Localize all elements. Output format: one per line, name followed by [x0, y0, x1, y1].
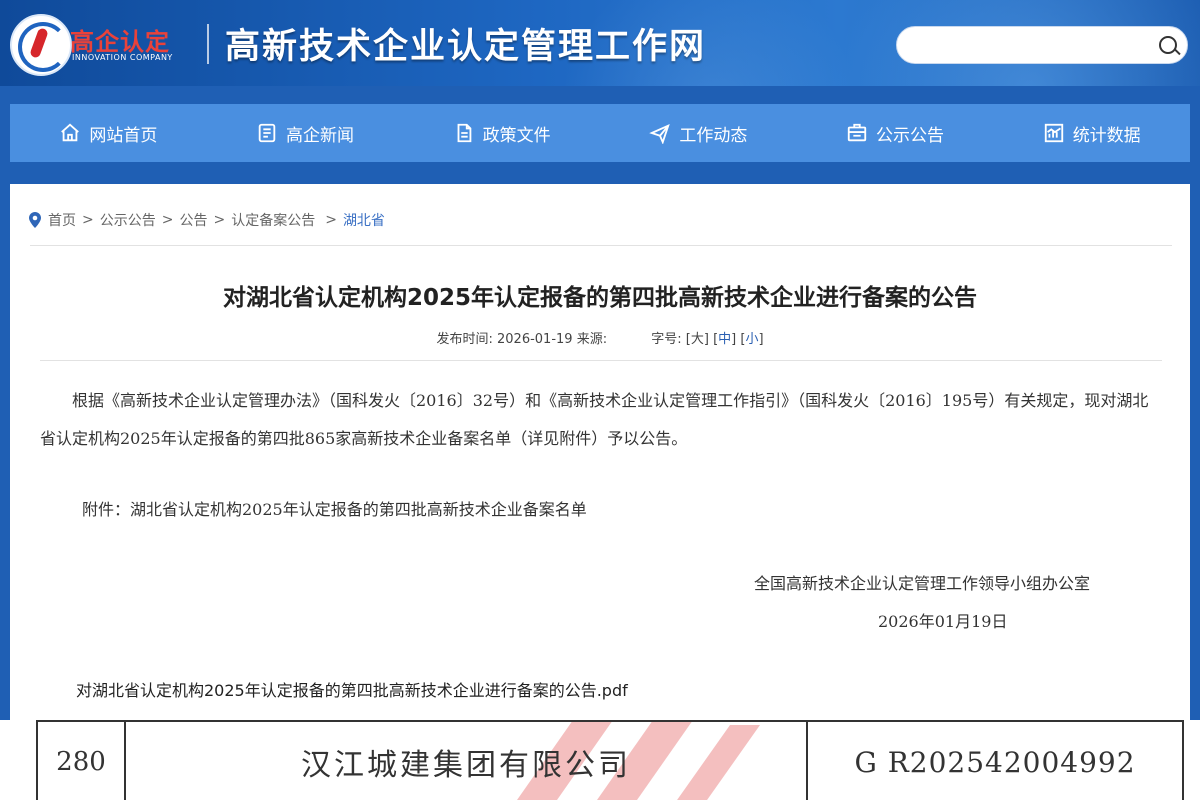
paper-plane-icon	[649, 123, 671, 144]
filing-table: 280 汉江城建集团有限公司 G R202542004992	[36, 720, 1184, 800]
breadcrumb-separator: >	[325, 212, 337, 228]
breadcrumb-separator: >	[213, 212, 226, 228]
nav-label: 高企新闻	[286, 125, 354, 146]
publish-label: 发布时间:	[436, 332, 493, 347]
breadcrumb-home[interactable]: 首页	[48, 210, 76, 230]
search-icon[interactable]	[1159, 36, 1177, 54]
logo-icon[interactable]	[10, 14, 72, 76]
article-panel: 首页 > 公示公告 > 公告 > 认定备案公告 > 湖北省 对湖北省认定机构20…	[10, 184, 1190, 720]
chart-icon	[1044, 123, 1063, 143]
font-size-small[interactable]: 小	[745, 332, 758, 347]
home-icon	[61, 123, 80, 142]
pdf-preview[interactable]: 280 汉江城建集团有限公司 G R202542004992	[0, 720, 1200, 800]
document-icon	[457, 123, 472, 143]
nav-label: 政策文件	[482, 125, 551, 146]
logo-subtext: INNOVATION COMPANY	[72, 53, 173, 62]
article-meta: 发布时间: 2026-01-19 来源: 字号: [大] [中] [小]	[10, 328, 1190, 347]
breadcrumb-notices[interactable]: 公示公告	[100, 210, 156, 230]
signature-date: 2026年01月19日	[878, 612, 1008, 631]
site-title: 高新技术企业认定管理工作网	[225, 27, 707, 67]
table-row: 280 汉江城建集团有限公司 G R202542004992	[36, 720, 1184, 800]
nav-item-stats[interactable]: 统计数据	[993, 104, 1190, 162]
divider	[30, 245, 1172, 246]
nav-label: 网站首页	[89, 125, 158, 146]
notice-icon	[847, 123, 867, 142]
main-nav: 网站首页 高企新闻 政策文件 工作动态 公示公告 统计数据	[10, 104, 1190, 162]
certificate-code: G R202542004992	[806, 720, 1184, 800]
font-size-large[interactable]: 大	[691, 332, 704, 347]
signature-org: 全国高新技术企业认定管理工作领导小组办公室	[754, 574, 1091, 593]
source-label: 来源:	[576, 332, 608, 347]
breadcrumb-announcement[interactable]: 公告	[179, 210, 207, 230]
pdf-attachment-link[interactable]: 对湖北省认定机构2025年认定报备的第四批高新技术企业进行备案的公告.pdf	[76, 677, 628, 701]
breadcrumb-filing[interactable]: 认定备案公告	[231, 210, 315, 230]
article-paragraph: 根据《高新技术企业认定管理办法》（国科发火〔2016〕32号）和《高新技术企业认…	[40, 391, 1149, 448]
search-input[interactable]	[911, 33, 1155, 59]
company-name: 汉江城建集团有限公司	[124, 720, 808, 800]
nav-label: 工作动态	[679, 125, 748, 146]
nav-label: 公示公告	[876, 125, 945, 146]
breadcrumb-separator: >	[82, 212, 94, 228]
news-icon	[258, 123, 276, 143]
nav-item-home[interactable]: 网站首页	[10, 104, 207, 162]
divider	[40, 360, 1162, 361]
nav-item-notice[interactable]: 公示公告	[797, 104, 994, 162]
logo-text: 高企认定	[70, 28, 170, 56]
nav-item-news[interactable]: 高企新闻	[207, 104, 404, 162]
nav-label: 统计数据	[1072, 125, 1141, 146]
font-size-control: 字号: [大] [中] [小]	[651, 332, 764, 347]
article-body: 根据《高新技术企业认定管理办法》（国科发火〔2016〕32号）和《高新技术企业认…	[40, 382, 1160, 458]
breadcrumb-separator: >	[161, 212, 174, 228]
logo-divider	[207, 24, 209, 64]
attachment-note: 附件：湖北省认定机构2025年认定报备的第四批高新技术企业备案名单	[82, 500, 587, 519]
location-pin-icon	[29, 212, 41, 228]
breadcrumb: 首页 > 公示公告 > 公告 > 认定备案公告 > 湖北省	[28, 210, 385, 230]
site-header: 高企认定 INNOVATION COMPANY 高新技术企业认定管理工作网	[0, 0, 1200, 86]
font-size-label: 字号:	[651, 332, 682, 347]
row-number: 280	[36, 720, 126, 800]
publish-date: 2026-01-19	[497, 332, 573, 347]
nav-item-work[interactable]: 工作动态	[600, 104, 797, 162]
breadcrumb-current[interactable]: 湖北省	[343, 210, 385, 230]
font-size-medium[interactable]: 中	[718, 332, 731, 347]
nav-item-policy[interactable]: 政策文件	[403, 104, 600, 162]
article-title: 对湖北省认定机构2025年认定报备的第四批高新技术企业进行备案的公告	[222, 285, 977, 311]
search-box	[896, 26, 1188, 64]
